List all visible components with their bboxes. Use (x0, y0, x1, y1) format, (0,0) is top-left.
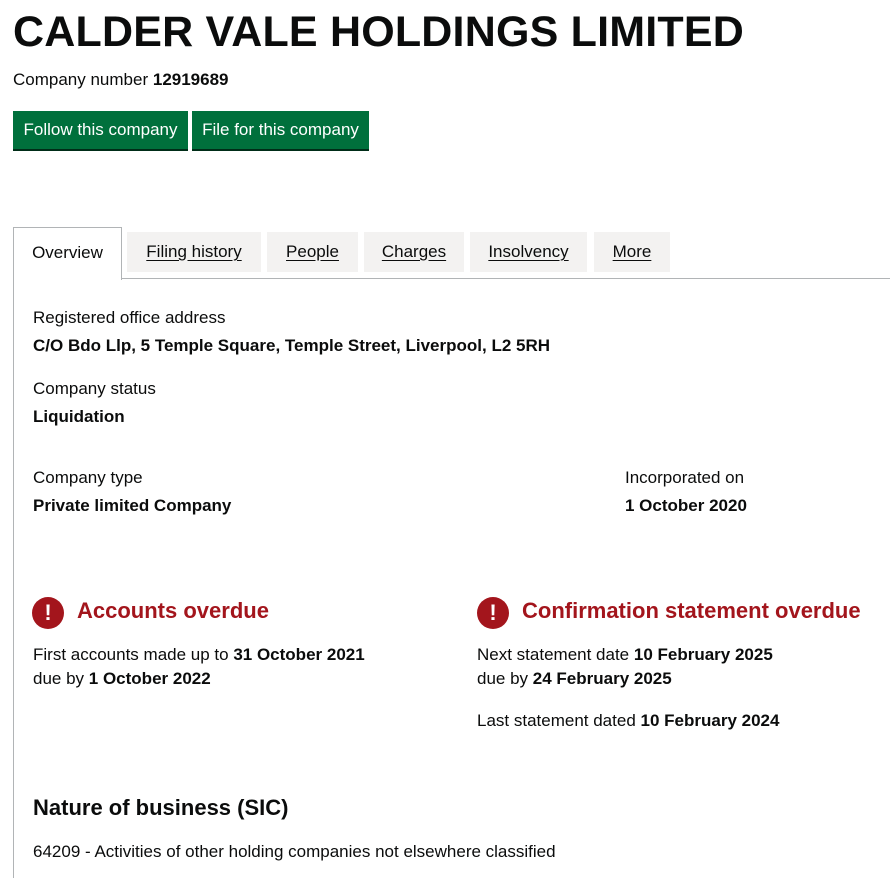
accounts-line1-prefix: First accounts made up to (33, 645, 229, 664)
tab-charges[interactable]: Charges (364, 232, 464, 272)
company-number-label: Company number (13, 70, 149, 89)
registered-office-value: C/O Bdo Llp, 5 Temple Square, Temple Str… (33, 336, 551, 355)
tab-people[interactable]: People (267, 232, 358, 272)
accounts-made-up-date: 31 October 2021 (233, 645, 365, 664)
company-status-label: Company status (33, 379, 156, 398)
follow-company-button[interactable]: Follow this company (13, 111, 188, 149)
tab-filing-history[interactable]: Filing history (127, 232, 261, 272)
company-status-value: Liquidation (33, 407, 125, 426)
accounts-due-date: 1 October 2022 (88, 669, 211, 688)
company-number-row: Company number 12919689 (13, 69, 229, 91)
tabs-underline (121, 278, 890, 279)
tab-panel-border (13, 279, 14, 878)
confirmation-due-by: due by 24 February 2025 (477, 667, 672, 691)
nature-of-business-heading: Nature of business (SIC) (33, 795, 289, 820)
company-name-heading: CALDER VALE HOLDINGS LIMITED (13, 8, 745, 56)
accounts-due-by: due by 1 October 2022 (33, 667, 211, 691)
confirmation-overdue-heading: Confirmation statement overdue (522, 598, 861, 623)
accounts-next-made-up-to: First accounts made up to 31 October 202… (33, 643, 365, 667)
confirmation-next-statement: Next statement date 10 February 2025 (477, 643, 773, 667)
confirmation-last-statement: Last statement dated 10 February 2024 (477, 709, 779, 733)
exclamation-icon: ! (32, 597, 64, 629)
accounts-overdue-heading: Accounts overdue (77, 598, 269, 623)
sic-code-item: 64209 - Activities of other holding comp… (33, 842, 556, 861)
company-number-value: 12919689 (152, 70, 229, 89)
company-type-value: Private limited Company (33, 496, 232, 515)
registered-office-label: Registered office address (33, 308, 226, 327)
incorporated-on-label: Incorporated on (625, 468, 745, 487)
tab-insolvency[interactable]: Insolvency (470, 232, 587, 272)
tab-overview[interactable]: Overview (13, 227, 122, 280)
confirmation-next-date: 10 February 2025 (633, 645, 773, 664)
exclamation-icon: ! (477, 597, 509, 629)
confirmation-last-date: 10 February 2024 (640, 711, 780, 730)
confirmation-line2-prefix: due by (477, 669, 529, 688)
accounts-line2-prefix: due by (33, 669, 85, 688)
company-type-label: Company type (33, 468, 143, 487)
tab-more[interactable]: More (594, 232, 670, 272)
confirmation-line1-prefix: Next statement date (477, 645, 630, 664)
confirmation-due-date: 24 February 2025 (532, 669, 672, 688)
confirmation-line3-prefix: Last statement dated (477, 711, 636, 730)
file-for-company-button[interactable]: File for this company (192, 111, 369, 149)
incorporated-on-value: 1 October 2020 (625, 496, 747, 515)
